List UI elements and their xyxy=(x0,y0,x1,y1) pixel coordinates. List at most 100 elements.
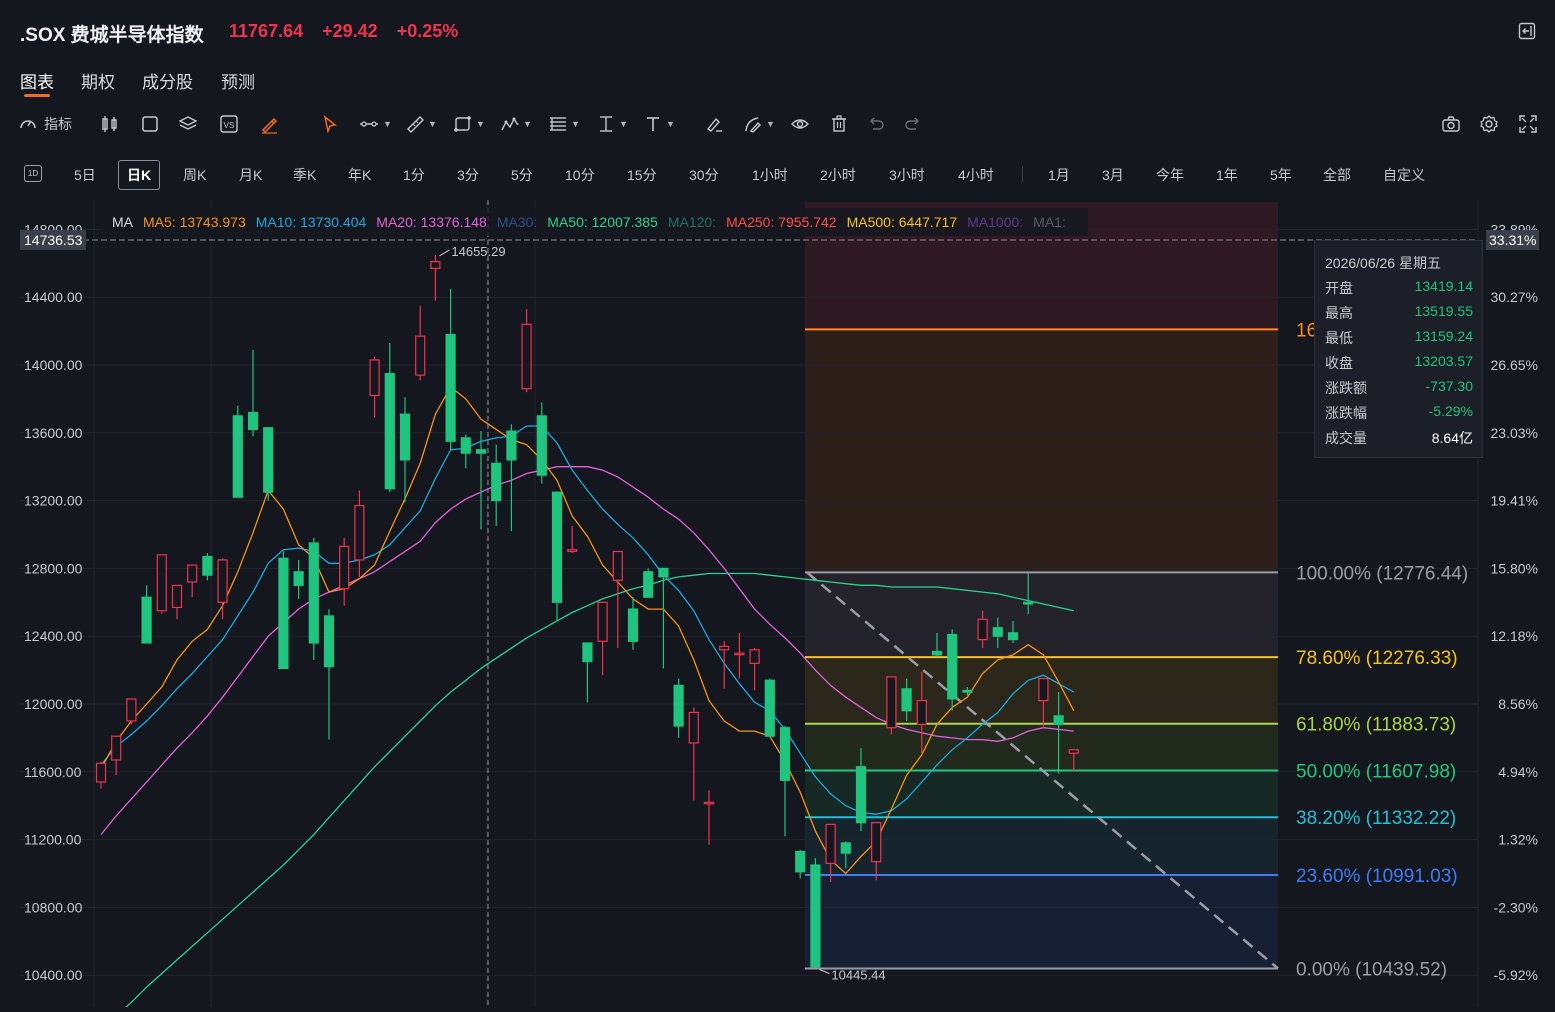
period-yearly[interactable]: 年K xyxy=(348,165,371,185)
cursor-button[interactable] xyxy=(320,112,340,136)
y-axis-label: 13600.00 xyxy=(24,425,83,441)
y-axis-pct-label: 30.27% xyxy=(1491,289,1538,305)
candle-body xyxy=(1068,749,1079,754)
candle-body xyxy=(582,642,593,663)
visibility-button[interactable] xyxy=(790,112,810,136)
y-axis-pct-label: 15.80% xyxy=(1491,560,1538,576)
text-tool-button[interactable]: ▼ xyxy=(643,112,675,136)
period-10min[interactable]: 10分 xyxy=(565,165,595,185)
candle-body xyxy=(491,462,502,502)
eye-icon xyxy=(791,119,809,129)
low-label: 10445.44 xyxy=(831,967,885,982)
candle-body xyxy=(430,261,441,269)
candle-style-icon xyxy=(102,116,117,132)
info-key: 涨跌幅 xyxy=(1325,405,1367,421)
annotation-button[interactable] xyxy=(704,112,724,136)
exit-fullscreen-icon[interactable] xyxy=(1518,22,1536,40)
period-1min[interactable]: 1分 xyxy=(403,165,425,185)
info-value: 13519.55 xyxy=(1414,303,1473,319)
tab-options[interactable]: 期权 xyxy=(81,68,115,93)
line-tool-button[interactable]: ▼ xyxy=(358,112,392,136)
period-3min[interactable]: 3分 xyxy=(457,165,479,185)
candle-body xyxy=(384,372,395,490)
period-daily[interactable]: 日K xyxy=(118,160,161,190)
period-5min[interactable]: 5分 xyxy=(511,165,533,185)
candle-body xyxy=(263,427,274,493)
range-1m[interactable]: 1月 xyxy=(1048,165,1070,185)
candle-body xyxy=(369,359,380,397)
candle-body xyxy=(415,335,426,376)
vertical-tool-button[interactable]: ▼ xyxy=(596,112,628,136)
shape-tool-button[interactable]: ▼ xyxy=(453,112,485,136)
ruler-tool-button[interactable]: ▼ xyxy=(405,112,437,136)
tab-chart[interactable]: 图表 xyxy=(20,68,54,93)
y-axis-label: 10400.00 xyxy=(24,967,83,983)
period-4hour[interactable]: 4小时 xyxy=(958,165,994,185)
y-axis-label: 12400.00 xyxy=(24,628,83,644)
brush-button[interactable] xyxy=(259,112,279,136)
candle-body xyxy=(962,689,973,693)
screenshot-button[interactable] xyxy=(1441,112,1461,136)
candle-body xyxy=(323,615,335,668)
candle-body xyxy=(126,698,137,722)
compare-button[interactable]: VS xyxy=(219,112,239,136)
candle-body xyxy=(810,864,821,968)
candle-style-button[interactable] xyxy=(100,112,120,136)
period-5d[interactable]: 5日 xyxy=(74,165,96,185)
symbol-name: .SOX 费城半导体指数 xyxy=(20,25,204,46)
pattern-tool-button[interactable]: ▼ xyxy=(500,112,532,136)
candle-body xyxy=(536,415,547,476)
info-row-change: 涨跌额 -737.30 xyxy=(1325,378,1473,398)
y-axis-pct-label: 8.56% xyxy=(1498,696,1538,712)
candle-body xyxy=(825,823,836,864)
candle-body xyxy=(992,627,1003,637)
settings-button[interactable] xyxy=(1479,112,1499,136)
candle-body xyxy=(399,413,411,461)
period-quarterly[interactable]: 季K xyxy=(293,165,316,185)
line-tool-icon xyxy=(360,121,378,127)
high-pointer xyxy=(439,249,450,257)
draw-pen-button[interactable]: ▼ xyxy=(743,112,775,136)
period-weekly[interactable]: 周K xyxy=(183,165,206,185)
range-ytd[interactable]: 今年 xyxy=(1156,165,1184,185)
range-1y[interactable]: 1年 xyxy=(1216,165,1238,185)
candle-body xyxy=(1023,601,1034,605)
period-monthly[interactable]: 月K xyxy=(239,165,262,185)
delete-button[interactable] xyxy=(829,112,849,136)
fib-zone xyxy=(805,770,1278,818)
y-axis-pct-label: 4.94% xyxy=(1498,764,1538,780)
period-30min[interactable]: 30分 xyxy=(689,165,719,185)
candle-body xyxy=(217,559,228,603)
period-2hour[interactable]: 2小时 xyxy=(820,165,856,185)
fib-level-label: 61.80% (11883.73) xyxy=(1296,715,1456,736)
period-divider xyxy=(1022,166,1023,182)
range-all[interactable]: 全部 xyxy=(1323,165,1351,185)
info-row-high: 最高 13519.55 xyxy=(1325,303,1473,323)
low-pointer xyxy=(819,969,830,974)
range-3m[interactable]: 3月 xyxy=(1102,165,1124,185)
fib-zone xyxy=(805,329,1278,573)
period-1hour[interactable]: 1小时 xyxy=(752,165,788,185)
fullscreen-button[interactable] xyxy=(1518,112,1538,136)
svg-text:VS: VS xyxy=(224,121,235,130)
info-date: 2026/06/26 星期五 xyxy=(1325,255,1441,271)
layers-button[interactable] xyxy=(178,112,198,136)
undo-button[interactable] xyxy=(866,112,886,136)
range-5y[interactable]: 5年 xyxy=(1270,165,1292,185)
rectangle-button[interactable] xyxy=(140,112,160,136)
info-row-change-pct: 涨跌幅 -5.29% xyxy=(1325,403,1473,423)
candle-body xyxy=(688,711,699,744)
indicator-button[interactable]: 指标 xyxy=(18,112,72,136)
candle-body xyxy=(247,411,259,431)
candle-body xyxy=(551,491,563,603)
info-key: 收盘 xyxy=(1325,355,1353,371)
period-3hour[interactable]: 3小时 xyxy=(889,165,925,185)
period-15min[interactable]: 15分 xyxy=(627,165,657,185)
tab-forecast[interactable]: 预测 xyxy=(221,68,255,93)
tab-constituents[interactable]: 成分股 xyxy=(142,68,193,93)
redo-button[interactable] xyxy=(903,112,923,136)
fibonacci-tool-button[interactable]: ▼ xyxy=(548,112,580,136)
info-key: 成交量 xyxy=(1325,430,1367,446)
candle-body xyxy=(156,554,167,612)
range-custom[interactable]: 自定义 xyxy=(1383,165,1425,185)
